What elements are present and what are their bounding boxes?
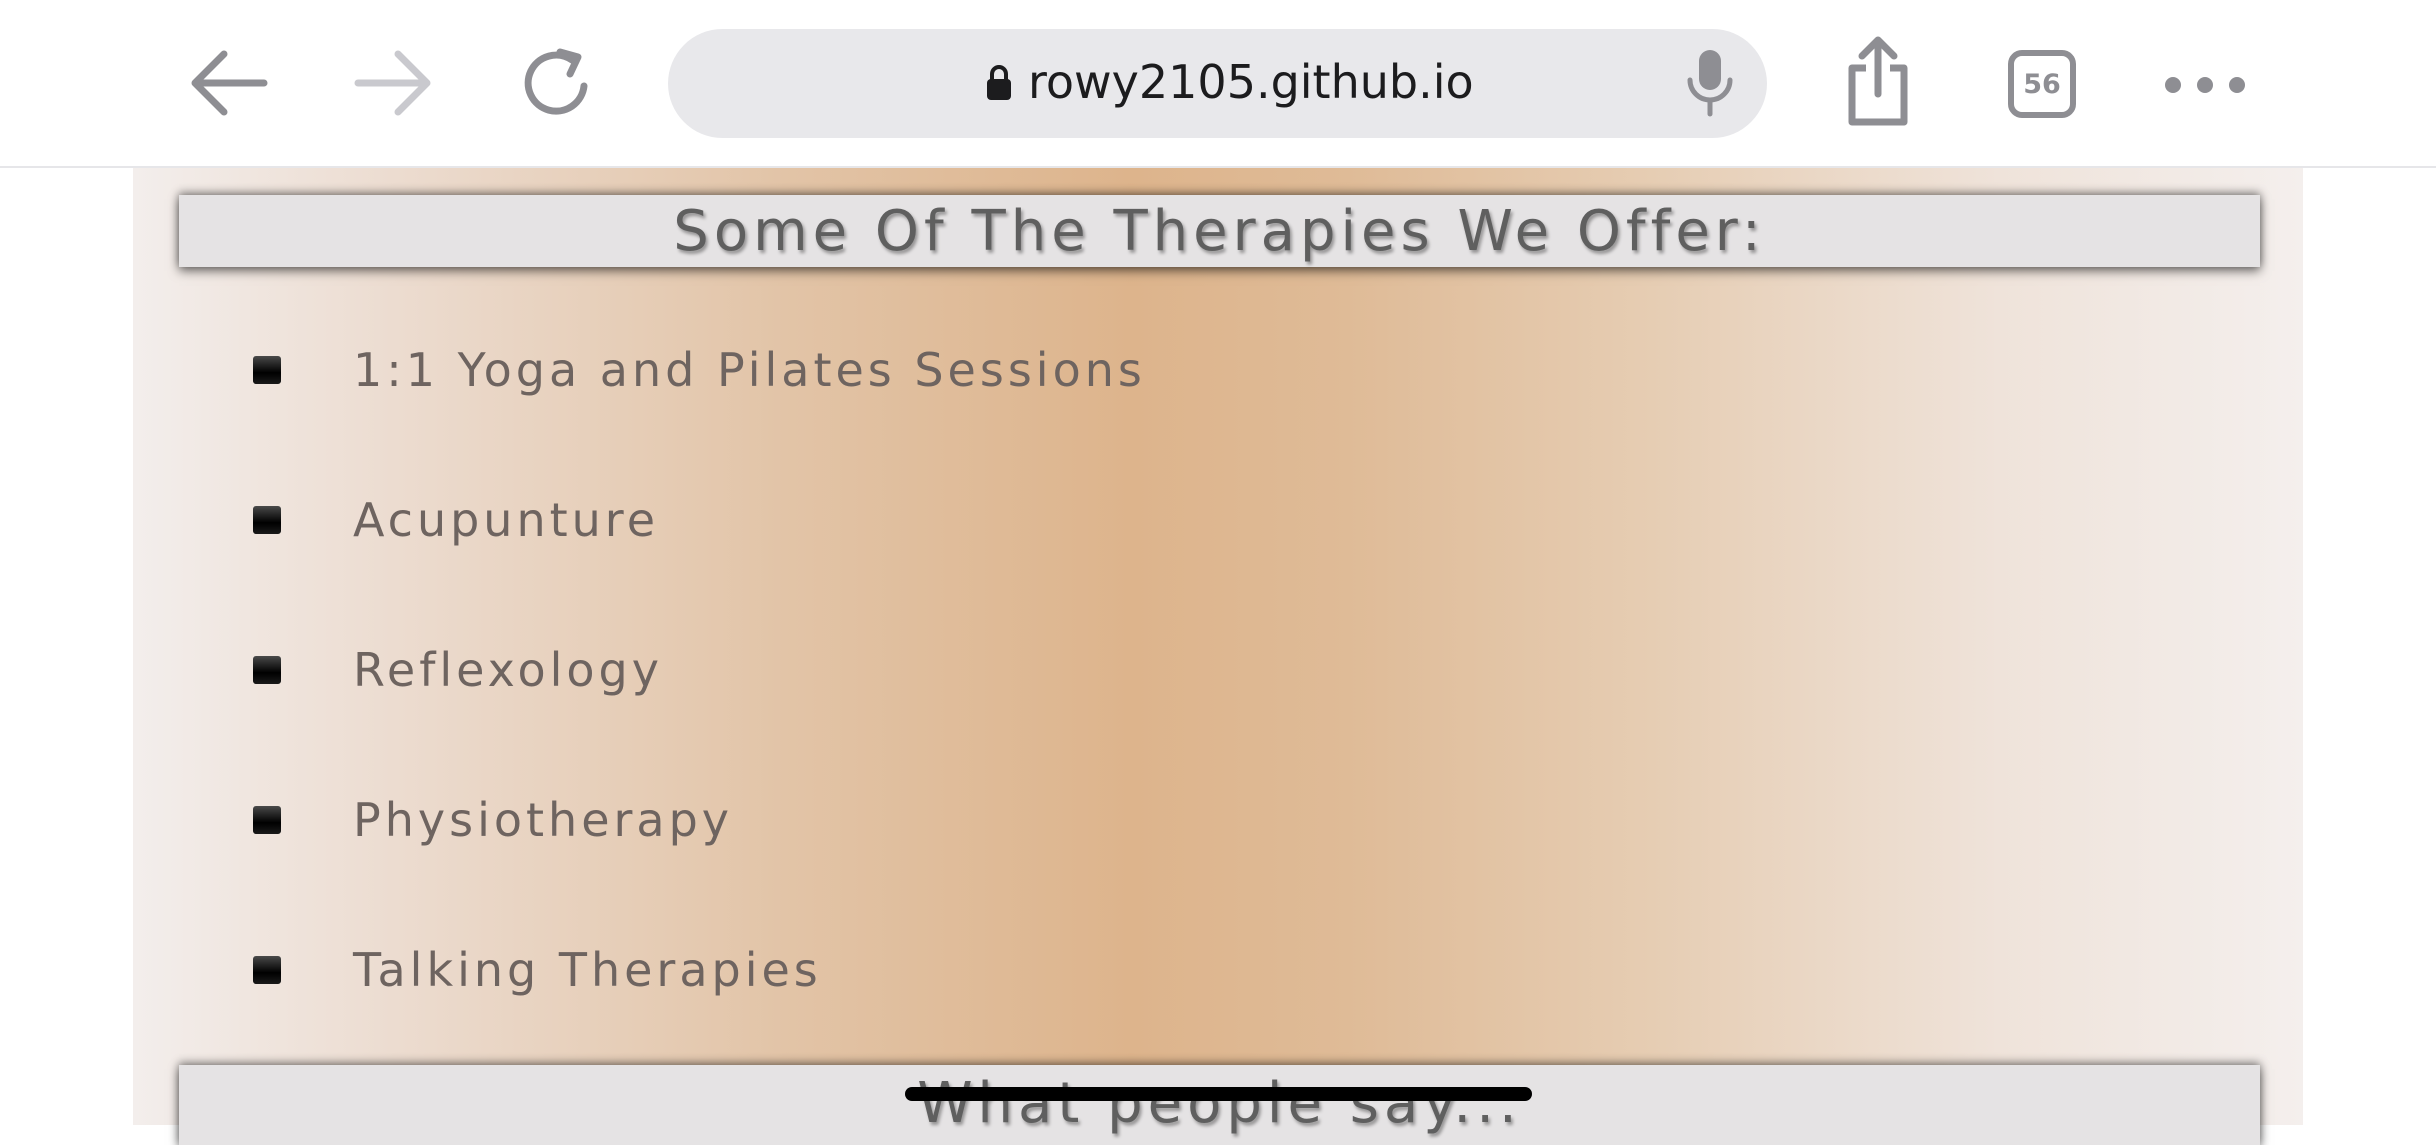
content-panel: Some Of The Therapies We Offer: 1:1 Yoga… [133,168,2303,1145]
forward-button[interactable] [350,40,436,126]
more-button[interactable] [2160,60,2250,110]
forward-arrow-icon [354,50,431,116]
list-item: Talking Therapies [133,935,1633,1005]
tab-count: 56 [2008,50,2076,118]
share-button[interactable] [1838,34,1918,130]
square-bullet-icon [253,956,281,984]
square-bullet-icon [253,356,281,384]
list-item: 1:1 Yoga and Pilates Sessions [133,335,1633,405]
reload-icon [524,48,588,115]
web-page: Some Of The Therapies We Offer: 1:1 Yoga… [0,168,2436,1145]
tabs-button[interactable]: 56 [2002,44,2082,124]
list-item: Reflexology [133,635,1633,705]
therapy-label: Physiotherapy [353,793,734,847]
square-bullet-icon [253,806,281,834]
therapy-label: Reflexology [353,643,663,697]
list-item: Physiotherapy [133,785,1633,855]
microphone-icon [1687,50,1733,117]
list-item: Acupunture [133,485,1633,555]
square-bullet-icon [253,506,281,534]
lock-icon [987,65,1011,100]
testimonials-heading: What people say... [179,1065,2260,1145]
reload-button[interactable] [514,40,600,126]
more-icon [2165,77,2245,93]
therapy-label: 1:1 Yoga and Pilates Sessions [353,343,1146,397]
therapy-label: Talking Therapies [353,943,822,997]
home-indicator[interactable] [905,1087,1532,1101]
back-button[interactable] [186,40,272,126]
therapy-label: Acupunture [353,493,660,547]
share-icon [1848,36,1908,126]
therapies-heading: Some Of The Therapies We Offer: [179,195,2260,267]
browser-toolbar: rowy2105.github.io 56 [0,0,2436,168]
back-arrow-icon [191,50,268,116]
url-text[interactable]: rowy2105.github.io [1028,50,1474,114]
voice-search-button[interactable] [1680,46,1740,120]
square-bullet-icon [253,656,281,684]
